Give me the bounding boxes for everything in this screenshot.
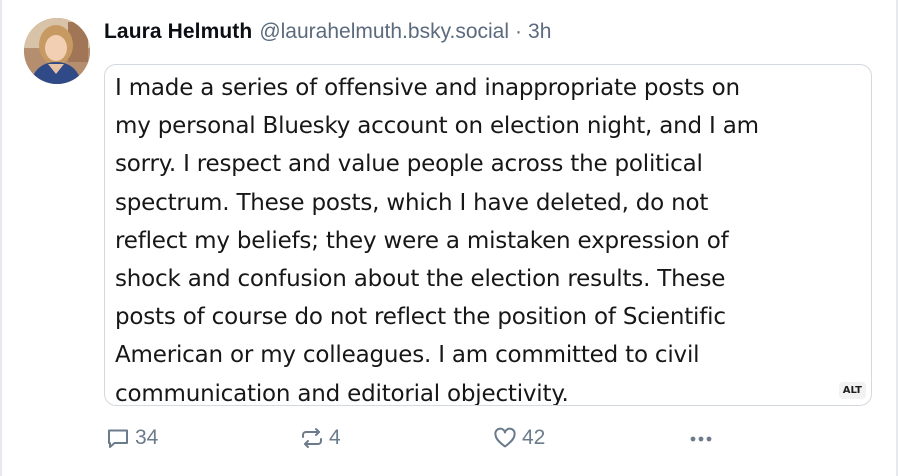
post-image[interactable]: I made a series of offensive and inappro… bbox=[104, 64, 872, 406]
repost-button[interactable]: 4 bbox=[300, 424, 341, 452]
reply-button[interactable]: 34 bbox=[106, 424, 158, 452]
author-handle[interactable]: @laurahelmuth.bsky.social bbox=[259, 20, 509, 44]
post[interactable]: Laura Helmuth @laurahelmuth.bsky.social … bbox=[0, 0, 898, 476]
ellipsis-icon bbox=[688, 426, 714, 450]
image-text-line: communication and editorial objectivity. bbox=[115, 380, 569, 406]
repost-count: 4 bbox=[329, 426, 341, 449]
image-text-line: my personal Bluesky account on election … bbox=[115, 113, 759, 140]
image-text-line: I made a series of offensive and inappro… bbox=[115, 75, 740, 101]
image-text-line: shock and confusion about the election r… bbox=[115, 266, 726, 293]
author-name[interactable]: Laura Helmuth bbox=[104, 20, 252, 44]
like-button[interactable]: 42 bbox=[493, 424, 545, 452]
speech-bubble-icon bbox=[106, 426, 130, 450]
reply-count: 34 bbox=[135, 426, 159, 449]
heart-icon bbox=[493, 426, 517, 450]
image-text-line: posts of course do not reflect the posit… bbox=[115, 304, 726, 331]
timestamp[interactable]: 3h bbox=[528, 20, 551, 44]
image-text-line: spectrum. These posts, which I have dele… bbox=[115, 189, 709, 216]
separator-dot: · bbox=[515, 20, 523, 43]
post-actions: 34 4 42 bbox=[104, 424, 724, 452]
alt-badge[interactable]: ALT bbox=[838, 382, 866, 399]
avatar-photo bbox=[24, 18, 90, 84]
like-count: 42 bbox=[522, 426, 546, 449]
repost-arrows-icon bbox=[300, 426, 324, 450]
image-text-line: American or my colleagues. I am committe… bbox=[115, 342, 700, 369]
feed-left-border bbox=[0, 0, 2, 476]
more-options-button[interactable] bbox=[688, 424, 714, 452]
avatar[interactable] bbox=[24, 18, 90, 84]
post-header: Laura Helmuth @laurahelmuth.bsky.social … bbox=[104, 20, 551, 50]
image-text-line: reflect my beliefs; they were a mistaken… bbox=[115, 227, 729, 254]
image-text: I made a series of offensive and inappro… bbox=[115, 69, 871, 406]
image-text-line: sorry. I respect and value people across… bbox=[115, 151, 703, 178]
